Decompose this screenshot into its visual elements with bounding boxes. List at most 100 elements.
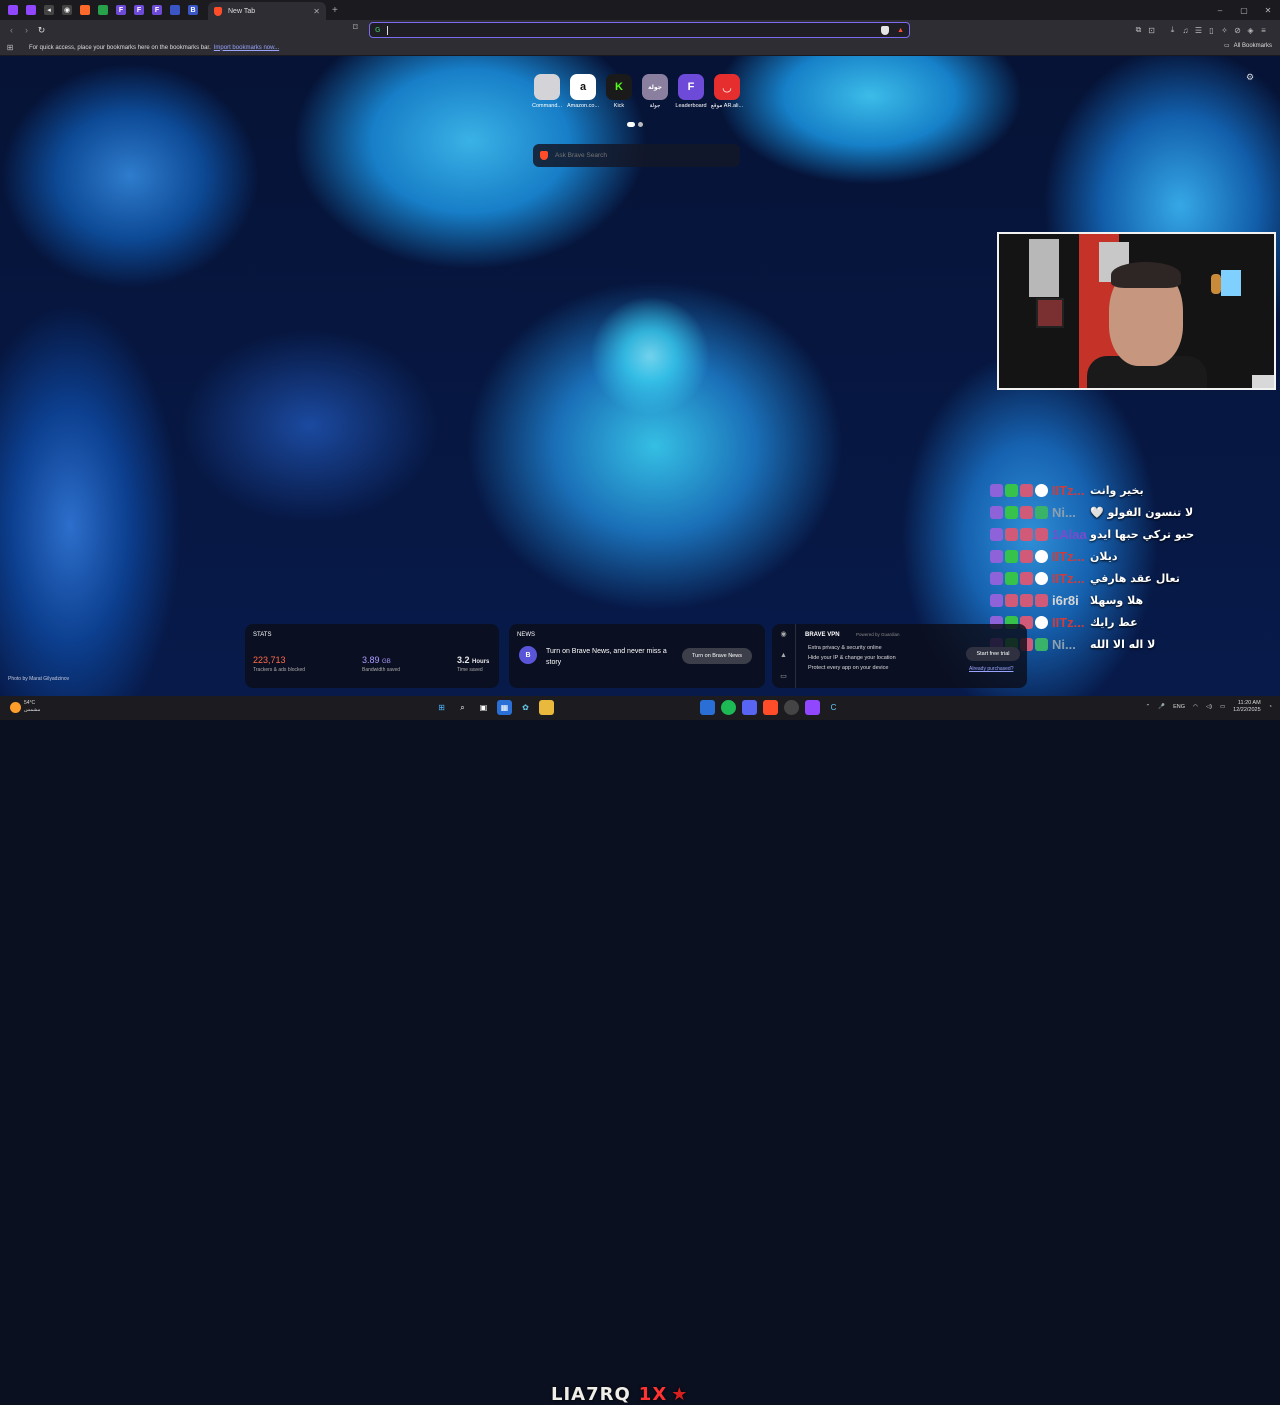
trackers-count: 223,713 xyxy=(253,655,286,665)
gift-badge-icon xyxy=(1005,593,1018,607)
brave-rewards-icon[interactable]: ▲ xyxy=(897,27,904,34)
vpn-widget: ◉ ▲ ▭ BRAVE VPN Powered by Guardian Extr… xyxy=(772,624,1027,688)
widgets-icon[interactable]: ▦ xyxy=(497,700,512,715)
reading-list-icon[interactable]: ☰ xyxy=(1193,26,1204,35)
wallet-icon[interactable]: ◈ xyxy=(1245,26,1256,35)
pinned-tab[interactable] xyxy=(22,0,40,20)
minimize-button[interactable]: – xyxy=(1208,0,1232,20)
top-site-icon: ◡ xyxy=(714,74,740,100)
f3-favicon-icon: F xyxy=(152,5,162,15)
weather-widget[interactable]: 54°C مشمس xyxy=(10,700,40,714)
new-tab-page: Command... a Amazon.co... K Kick جولة جولة F Lea… xyxy=(0,56,1280,696)
clock[interactable]: 11:20 AM 12/22/2025 xyxy=(1233,700,1261,714)
tray-overflow-icon[interactable]: ⌃ xyxy=(1146,704,1151,710)
chat-text: ديلان xyxy=(1090,549,1118,563)
twitch-app-icon[interactable] xyxy=(805,700,820,715)
media-icon[interactable]: ♫ xyxy=(1180,26,1191,35)
already-purchased-link[interactable]: Already purchased? xyxy=(969,666,1013,672)
pinned-tab[interactable] xyxy=(76,0,94,20)
chat-username: Ni... xyxy=(1052,636,1076,652)
brave-icon[interactable] xyxy=(763,700,778,715)
folder-icon: ▭ xyxy=(1223,43,1230,49)
top-site-tile[interactable]: F Leaderboard xyxy=(673,74,709,109)
new-tab-button[interactable]: + xyxy=(332,5,338,16)
pager-dot-active[interactable] xyxy=(627,122,635,127)
all-bookmarks-button[interactable]: ▭ All Bookmarks xyxy=(1223,42,1272,50)
spotify-icon[interactable] xyxy=(721,700,736,715)
customize-gear-icon[interactable]: ⚙ xyxy=(1246,72,1254,83)
address-bar[interactable]: G ▲ xyxy=(369,22,910,38)
top-site-tile[interactable]: Command... xyxy=(529,74,565,109)
maximize-button[interactable]: ▢ xyxy=(1232,0,1256,20)
turn-on-news-button[interactable]: Turn on Brave News xyxy=(682,648,752,664)
start-icon[interactable]: ⊞ xyxy=(434,700,449,715)
pinned-tab[interactable] xyxy=(94,0,112,20)
forward-icon[interactable]: › xyxy=(19,20,34,40)
rewards-tab-icon[interactable]: ▲ xyxy=(772,645,795,666)
tab-search-icon[interactable]: ⊡ xyxy=(1146,26,1157,35)
vpn-icon[interactable]: ⊘ xyxy=(1232,26,1243,35)
back-icon[interactable]: ‹ xyxy=(4,20,19,40)
chat-username: i6r8i xyxy=(1052,592,1079,608)
pinned-tab[interactable]: ◂ xyxy=(40,0,58,20)
wifi-icon[interactable]: ◠ xyxy=(1193,704,1198,710)
tab-new-tab[interactable]: New Tab ✕ xyxy=(208,2,326,20)
task-view-icon[interactable]: ▣ xyxy=(476,700,491,715)
start-free-trial-button[interactable]: Start free trial xyxy=(966,647,1020,661)
reload-icon[interactable]: ↻ xyxy=(34,20,49,40)
top-site-tile[interactable]: جولة جولة xyxy=(637,74,673,109)
file-explorer-icon[interactable] xyxy=(539,700,554,715)
top-site-tile[interactable]: K Kick xyxy=(601,74,637,109)
discord-icon[interactable] xyxy=(742,700,757,715)
import-bookmarks-link[interactable]: Import bookmarks now... xyxy=(214,45,279,51)
text-caret xyxy=(387,25,388,35)
photo-credit[interactable]: Photo by Marat Gilyadzinov xyxy=(8,676,69,682)
search-icon[interactable]: ⌕ xyxy=(455,700,470,715)
url-input[interactable] xyxy=(390,25,878,35)
toolbar: ‹ › ↻ ⌑ G ▲ ⧉ ⊡ ⤓ ♫ ☰ ▯ ✧ ⊘ ◈ ≡ xyxy=(0,20,1280,40)
brave-search-box[interactable] xyxy=(533,144,740,167)
top-site-tile[interactable]: ◡ موقع AR.ali... xyxy=(709,74,745,109)
pinned-tab[interactable]: ◉ xyxy=(58,0,76,20)
talk-tab-icon[interactable]: ▭ xyxy=(772,666,795,687)
sidebar-icon[interactable]: ▯ xyxy=(1206,26,1217,35)
apps-grid-icon[interactable]: ⊞ xyxy=(0,43,20,52)
pinned-tab[interactable]: F xyxy=(148,0,166,20)
close-button[interactable]: ✕ xyxy=(1256,0,1280,20)
tab-close-icon[interactable]: ✕ xyxy=(313,7,320,16)
menu-icon[interactable]: ≡ xyxy=(1258,26,1269,35)
battery-icon[interactable]: ▭ xyxy=(1220,704,1225,710)
obs-icon[interactable] xyxy=(784,700,799,715)
copilot-icon[interactable]: ✿ xyxy=(518,700,533,715)
search-input[interactable] xyxy=(555,152,733,159)
pinned-tab[interactable] xyxy=(166,0,184,20)
chrome-favicon-icon: ◉ xyxy=(62,5,72,15)
webcam-overlay xyxy=(997,232,1276,390)
mic-icon[interactable]: 🎤 xyxy=(1158,704,1165,710)
pinned-tab[interactable] xyxy=(4,0,22,20)
store-icon[interactable] xyxy=(700,700,715,715)
leo-icon[interactable]: ✧ xyxy=(1219,26,1230,35)
taskbar-apps-right: C xyxy=(700,700,841,715)
cam-corner-object xyxy=(1252,375,1274,388)
top-site-tile[interactable]: a Amazon.co... xyxy=(565,74,601,109)
f2-favicon-icon: F xyxy=(134,5,144,15)
top-site-label: Amazon.co... xyxy=(566,103,600,109)
notifications-icon[interactable]: ◔ xyxy=(1269,704,1272,710)
cursor-app-icon[interactable]: C xyxy=(826,700,841,715)
pinned-tab[interactable]: F xyxy=(112,0,130,20)
vpn-tab-icon[interactable]: ◉ xyxy=(772,624,795,645)
extensions-icon[interactable]: ⧉ xyxy=(1133,25,1144,35)
pinned-tab[interactable]: B xyxy=(184,0,202,20)
downloads-icon[interactable]: ⤓ xyxy=(1167,25,1178,35)
volume-icon[interactable]: ◁) xyxy=(1206,704,1212,710)
window-controls: – ▢ ✕ xyxy=(1208,0,1280,20)
chat-username: IITz... xyxy=(1052,548,1085,564)
pinned-tab[interactable]: F xyxy=(130,0,148,20)
brave-shields-icon[interactable] xyxy=(881,25,890,35)
brave-search-icon xyxy=(540,151,548,160)
pager-dot[interactable] xyxy=(638,122,643,127)
language-indicator[interactable]: ENG xyxy=(1173,704,1185,710)
bookmark-icon[interactable]: ⌑ xyxy=(353,22,358,33)
vpn-powered-by: Powered by Guardian xyxy=(856,632,900,637)
